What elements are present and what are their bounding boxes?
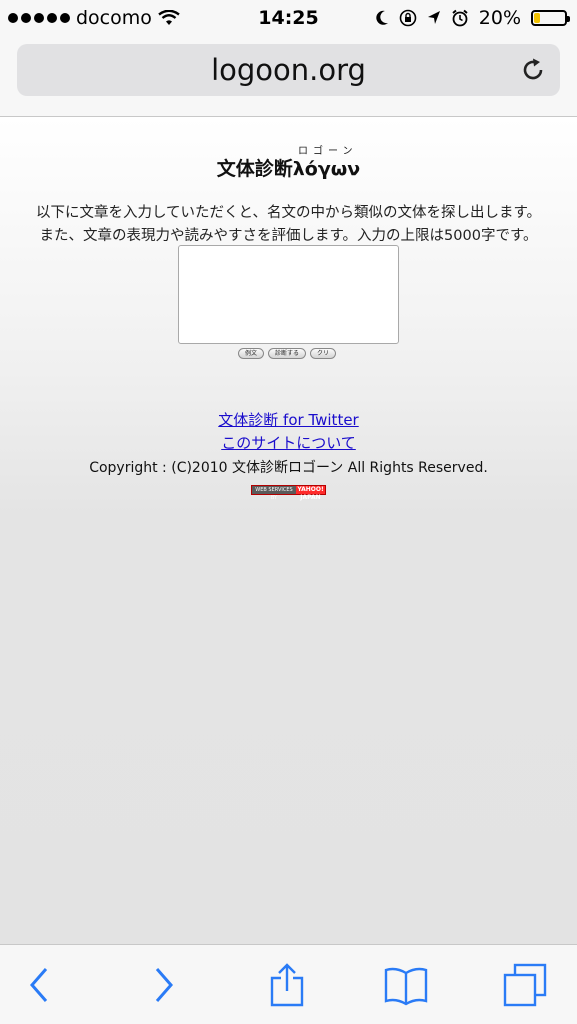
description-line-2: また、文章の表現力や読みやすさを評価します。入力の上限は5000字です。: [39, 228, 538, 244]
description-line-1: 以下に文章を入力していただくと、名文の中から類似の文体を探し出します。: [35, 205, 542, 221]
address-bar[interactable]: logoon.org: [17, 44, 560, 96]
alarm-icon: [452, 9, 468, 27]
twitter-link[interactable]: 文体診断 for Twitter: [0, 409, 577, 430]
badge-left-text: WEB SERVICES BY: [252, 486, 296, 501]
diagnose-button[interactable]: 診断する: [268, 348, 307, 359]
bookmarks-icon[interactable]: [384, 963, 428, 1007]
share-icon[interactable]: [265, 963, 309, 1007]
reload-icon[interactable]: [520, 57, 546, 83]
rotation-lock-icon: [399, 9, 417, 27]
battery-level: [534, 13, 540, 23]
tabs-icon[interactable]: [503, 963, 547, 1007]
status-bar: docomo 14:25 20%: [0, 0, 577, 38]
web-page: ロゴーン 文体診断λόγων 以下に文章を入力していただくと、名文の中から類似の…: [0, 117, 577, 944]
example-button[interactable]: 例文: [238, 348, 265, 359]
copyright-text: Copyright : (C)2010 文体診断ロゴーン All Rights …: [89, 460, 488, 476]
yahoo-badge[interactable]: WEB SERVICES BY YAHOO! JAPAN: [251, 485, 326, 501]
badge-right-text: YAHOO! JAPAN: [296, 486, 325, 501]
battery-percent: 20%: [478, 7, 521, 29]
battery-icon: [531, 10, 570, 26]
page-title: 文体診断λόγων: [216, 158, 361, 180]
location-icon: [427, 11, 440, 24]
text-input-area[interactable]: [178, 245, 399, 344]
status-indicators: 20%: [375, 7, 570, 29]
bottom-toolbar: [0, 944, 577, 1024]
forward-icon[interactable]: [142, 963, 186, 1007]
url-text: logoon.org: [211, 53, 366, 87]
about-link[interactable]: このサイトについて: [0, 432, 577, 453]
browser-chrome: logoon.org: [0, 38, 577, 117]
clear-button[interactable]: クリ: [310, 348, 337, 359]
action-buttons: 例文 診断する クリ: [238, 348, 337, 359]
moon-icon: [376, 10, 388, 25]
back-icon[interactable]: [17, 963, 61, 1007]
